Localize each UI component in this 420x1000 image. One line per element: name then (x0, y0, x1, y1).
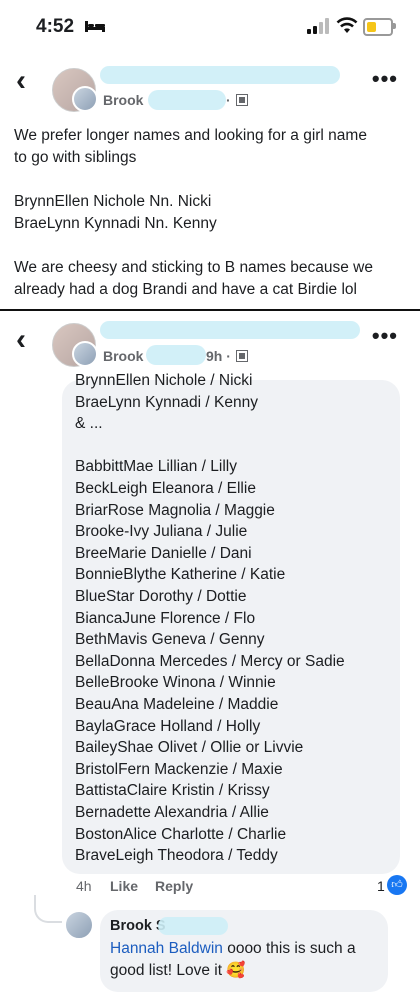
post-header: ‹ Brook · ••• (0, 52, 420, 118)
redacted-author-name (148, 90, 226, 110)
like-button[interactable]: Like (110, 878, 138, 894)
comment-line: Brooke-Ivy Juliana / Julie (75, 523, 248, 541)
post-line: We prefer longer names and looking for a… (14, 127, 367, 144)
reply-button[interactable]: Reply (155, 878, 193, 894)
comment-line: BethMavis Geneva / Genny (75, 631, 265, 649)
comment-line: BraeLynn Kynnadi / Kenny (75, 393, 258, 411)
post-panel: 4:52 ‹ Brook · ••• We prefer longer name… (0, 0, 420, 310)
post-time-dot: · (226, 92, 231, 108)
post-author-name[interactable]: Brook (103, 92, 143, 108)
status-bar: 4:52 (0, 0, 420, 52)
reply-text-line1: oooo this is such a (222, 940, 356, 957)
comment-line: BlueStar Dorothy / Dottie (75, 588, 247, 605)
back-icon[interactable]: ‹ (16, 325, 26, 355)
reply-thread-line (34, 895, 62, 923)
status-time: 4:52 (36, 16, 75, 37)
mention-link[interactable]: Hannah Baldwin (110, 940, 223, 957)
comment-line: Bernadette Alexandria / Allie (75, 804, 269, 821)
comment-line: BattistaClaire Kristin / Krissy (75, 782, 270, 800)
post-line: We are cheesy and sticking to B names be… (14, 259, 373, 276)
comment-line: BostonAlice Charlotte / Charlie (75, 825, 287, 843)
redacted-author-name (146, 345, 206, 365)
privacy-icon (236, 94, 248, 106)
post-line: to go with siblings (14, 149, 137, 166)
comment-header: ‹ Brook 9h · ••• (0, 311, 420, 371)
comment-header-author[interactable]: Brook (103, 348, 143, 364)
comment-line: BiancaJune Florence / Flo (75, 609, 256, 627)
more-options-icon[interactable]: ••• (372, 323, 398, 349)
comment-line: & ... (75, 415, 103, 433)
sleep-focus-icon (85, 21, 105, 32)
battery-nub (393, 23, 396, 29)
reply-author-avatar[interactable] (64, 910, 94, 940)
comment-line: BelleBrooke Winona / Winnie (75, 674, 276, 692)
more-options-icon[interactable]: ••• (372, 66, 398, 92)
post-line: BraeLynn Kynnadi Nn. Kenny (14, 215, 217, 232)
comment-line: BonnieBlythe Katherine / Katie (75, 566, 286, 584)
battery-icon (363, 18, 393, 36)
comment-line: BraveLeigh Theodora / Teddy (75, 847, 278, 865)
redacted-group-name (100, 66, 340, 84)
reply-text: Hannah Baldwin oooo this is such a good … (110, 938, 380, 982)
comment-age: 4h (76, 878, 92, 894)
redacted-group-name (100, 321, 360, 339)
comment-line: BrynnEllen Nichole / Nicki (75, 372, 253, 389)
comment-line: BellaDonna Mercedes / Mercy or Sadie (75, 652, 345, 670)
thumbs-up-icon[interactable]: 👍︎ (387, 875, 407, 895)
post-line: already had a dog Brandi and have a cat … (14, 281, 357, 298)
comment-header-time: 9h · (206, 348, 231, 364)
comment-line: BeckLeigh Eleanora / Ellie (75, 480, 256, 497)
author-avatar[interactable] (72, 341, 98, 367)
author-avatar[interactable] (72, 86, 98, 112)
reply-text-line2: good list! Love it 🥰 (110, 962, 246, 979)
back-icon[interactable]: ‹ (16, 66, 26, 96)
comment-line: BaylaGrace Holland / Holly (75, 717, 261, 735)
comment-line: BaileyShae Olivet / Ollie or Livvie (75, 739, 304, 757)
comment-line: BabbittMae Lillian / Lilly (75, 458, 237, 476)
comment-line: BreeMarie Danielle / Dani (75, 544, 252, 562)
post-line: BrynnEllen Nichole Nn. Nicki (14, 193, 212, 210)
redacted-reply-author (158, 917, 228, 935)
comment-line: BriarRose Magnolia / Maggie (75, 501, 275, 519)
privacy-icon (236, 350, 248, 362)
wifi-icon (336, 17, 358, 33)
comment-line: BeauAna Madeleine / Maddie (75, 696, 279, 713)
cell-signal-icon (307, 18, 329, 34)
comment-line: BristolFern Mackenzie / Maxie (75, 760, 283, 778)
reaction-count: 1 (377, 878, 385, 894)
